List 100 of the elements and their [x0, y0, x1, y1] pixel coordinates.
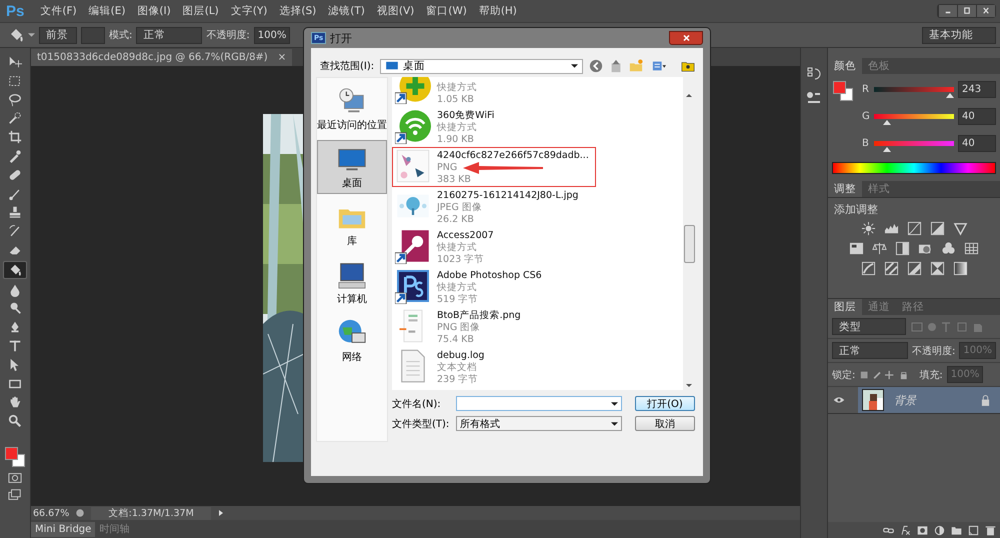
caret-icon[interactable] — [611, 400, 618, 406]
file-item[interactable]: BtoB产品搜索.png PNG 图像 75.4 KB — [392, 307, 596, 347]
paint-bucket-icon — [8, 262, 22, 277]
effects-icon[interactable] — [900, 524, 911, 536]
eye-icon[interactable] — [833, 396, 845, 404]
place-item[interactable]: 桌面 — [317, 140, 387, 194]
mask-icon[interactable] — [917, 524, 928, 536]
screen-mode-icon[interactable] — [8, 488, 22, 502]
maximize-icon[interactable] — [957, 5, 976, 17]
properties-icon[interactable] — [806, 90, 822, 106]
hourglass-icon[interactable] — [930, 261, 944, 276]
open-button[interactable]: 打开(O) — [635, 396, 695, 411]
file-type-dropdown[interactable]: 所有格式 — [456, 416, 622, 431]
dashed-rectangle-icon — [8, 74, 22, 88]
cancel-button[interactable]: 取消 — [635, 416, 695, 431]
menu-item[interactable]: 图像(I) — [131, 4, 177, 18]
panel-tab[interactable]: 图层 — [828, 299, 862, 315]
panel-tab[interactable]: Mini Bridge — [31, 522, 96, 536]
three-circles-icon[interactable] — [941, 241, 956, 256]
caret-icon[interactable] — [611, 420, 618, 426]
channel-value-field[interactable]: 40 — [958, 108, 996, 125]
quick-mask-icon[interactable] — [8, 470, 22, 485]
scales-icon[interactable] — [872, 241, 887, 256]
file-item[interactable]: 2160275-161214142J80-L.jpg JPEG 图像 26.2 KB — [392, 187, 596, 227]
channel-value-field[interactable]: 243 — [958, 81, 996, 98]
split-stripe-icon[interactable] — [906, 261, 922, 276]
channel-value-field[interactable]: 40 — [958, 135, 996, 152]
back-icon[interactable] — [589, 59, 603, 73]
panel-tab[interactable]: 调整 — [828, 181, 862, 197]
file-item[interactable]: debug.log 文本文档 239 字节 — [392, 347, 596, 387]
file-item[interactable]: Access2007 快捷方式 1023 字节 — [392, 227, 596, 267]
folder-icon[interactable] — [951, 524, 962, 536]
menu-item[interactable]: 选择(S) — [273, 4, 322, 18]
close-icon[interactable] — [976, 5, 995, 17]
crop-icon — [8, 130, 22, 144]
minimize-icon[interactable] — [938, 5, 957, 17]
layer-filter-dropdown[interactable]: 类型 — [832, 318, 906, 335]
status-menu-icon[interactable] — [75, 508, 86, 518]
color-swatches[interactable] — [832, 80, 854, 102]
workspace-dropdown[interactable]: 基本功能 — [922, 26, 996, 44]
panel-tab[interactable]: 颜色 — [828, 58, 862, 74]
file-item[interactable]: Adobe Photoshop CS6 快捷方式 519 字节 — [392, 267, 596, 307]
slider-thumb[interactable] — [882, 147, 891, 152]
history-icon[interactable] — [806, 66, 822, 82]
opacity-field[interactable]: 100% — [254, 26, 290, 44]
file-item[interactable]: 360免费WiFi 快捷方式 1.90 KB — [392, 107, 596, 147]
histogram-icon[interactable] — [884, 221, 898, 236]
panel-heading: 添加调整 — [834, 202, 879, 217]
fill-source-dropdown[interactable]: 前景 — [39, 26, 77, 44]
type-icon — [8, 338, 22, 353]
document-tab[interactable]: t0150833d6cde089d8c.jpg @ 66.7%(RGB/8#) × — [31, 49, 292, 66]
layer-row[interactable]: 背景 — [858, 387, 1000, 413]
folder-icon[interactable] — [681, 59, 695, 73]
file-name-field[interactable] — [456, 396, 622, 411]
scroll-up-icon[interactable] — [685, 91, 693, 99]
color-swatches[interactable] — [4, 446, 26, 468]
curve-graph-icon[interactable] — [906, 221, 922, 236]
close-button[interactable] — [669, 31, 703, 45]
caret-icon[interactable] — [571, 63, 578, 69]
channel-label: B — [862, 138, 870, 149]
file-item[interactable]: 快捷方式 1.05 KB — [392, 77, 596, 107]
file-item[interactable]: 4240cf6c827e266f57c89dadb... PNG 383 KB — [392, 147, 596, 187]
triangle-icon[interactable] — [952, 221, 968, 236]
place-item[interactable]: 最近访问的位置 — [317, 82, 387, 136]
half-square-icon[interactable] — [895, 241, 910, 256]
sun-icon[interactable] — [860, 221, 876, 236]
place-item[interactable]: 计算机 — [317, 256, 387, 310]
color-spectrum[interactable] — [832, 162, 996, 174]
menu-item[interactable]: 文字(Y) — [224, 4, 274, 18]
tool-button[interactable] — [3, 260, 27, 279]
zoom-level: 66.67% — [33, 508, 70, 518]
half-circle-icon[interactable] — [934, 524, 945, 536]
split-square-icon[interactable] — [930, 221, 944, 236]
play-icon[interactable] — [217, 509, 226, 517]
scroll-down-icon[interactable] — [685, 382, 693, 390]
eyedropper-icon — [8, 148, 22, 163]
place-item[interactable]: 网络 — [317, 314, 387, 368]
menu-item[interactable]: 视图(V) — [370, 4, 420, 18]
blend-mode-dropdown[interactable]: 正常 — [832, 342, 908, 359]
mode-dropdown[interactable]: 正常 — [136, 26, 202, 44]
gradient-square-icon[interactable] — [952, 261, 968, 276]
trash-icon[interactable] — [985, 524, 996, 536]
menu-item[interactable]: 编辑(E) — [82, 4, 132, 18]
scrollbar-thumb[interactable] — [684, 225, 695, 263]
striped-square-icon[interactable] — [884, 261, 898, 276]
lollipop-icon — [8, 301, 22, 316]
diagonal-square-icon[interactable] — [860, 261, 876, 276]
slider-thumb[interactable] — [882, 120, 891, 125]
menu-item[interactable]: 滤镜(T) — [322, 4, 371, 18]
menu-item[interactable]: 图层(L) — [176, 4, 225, 18]
place-item[interactable]: 库 — [317, 198, 387, 252]
menu-item[interactable]: 帮助(H) — [472, 4, 523, 18]
computer-icon — [337, 260, 367, 290]
menu-item[interactable]: 窗口(W) — [420, 4, 473, 18]
look-in-dropdown[interactable]: 桌面 — [380, 58, 583, 74]
new-layer-icon[interactable] — [968, 524, 979, 536]
up-folder-icon[interactable] — [609, 59, 623, 73]
menu-item[interactable]: 文件(F) — [34, 4, 83, 18]
grid-icon[interactable] — [964, 241, 979, 256]
droplet-icon — [8, 282, 22, 297]
